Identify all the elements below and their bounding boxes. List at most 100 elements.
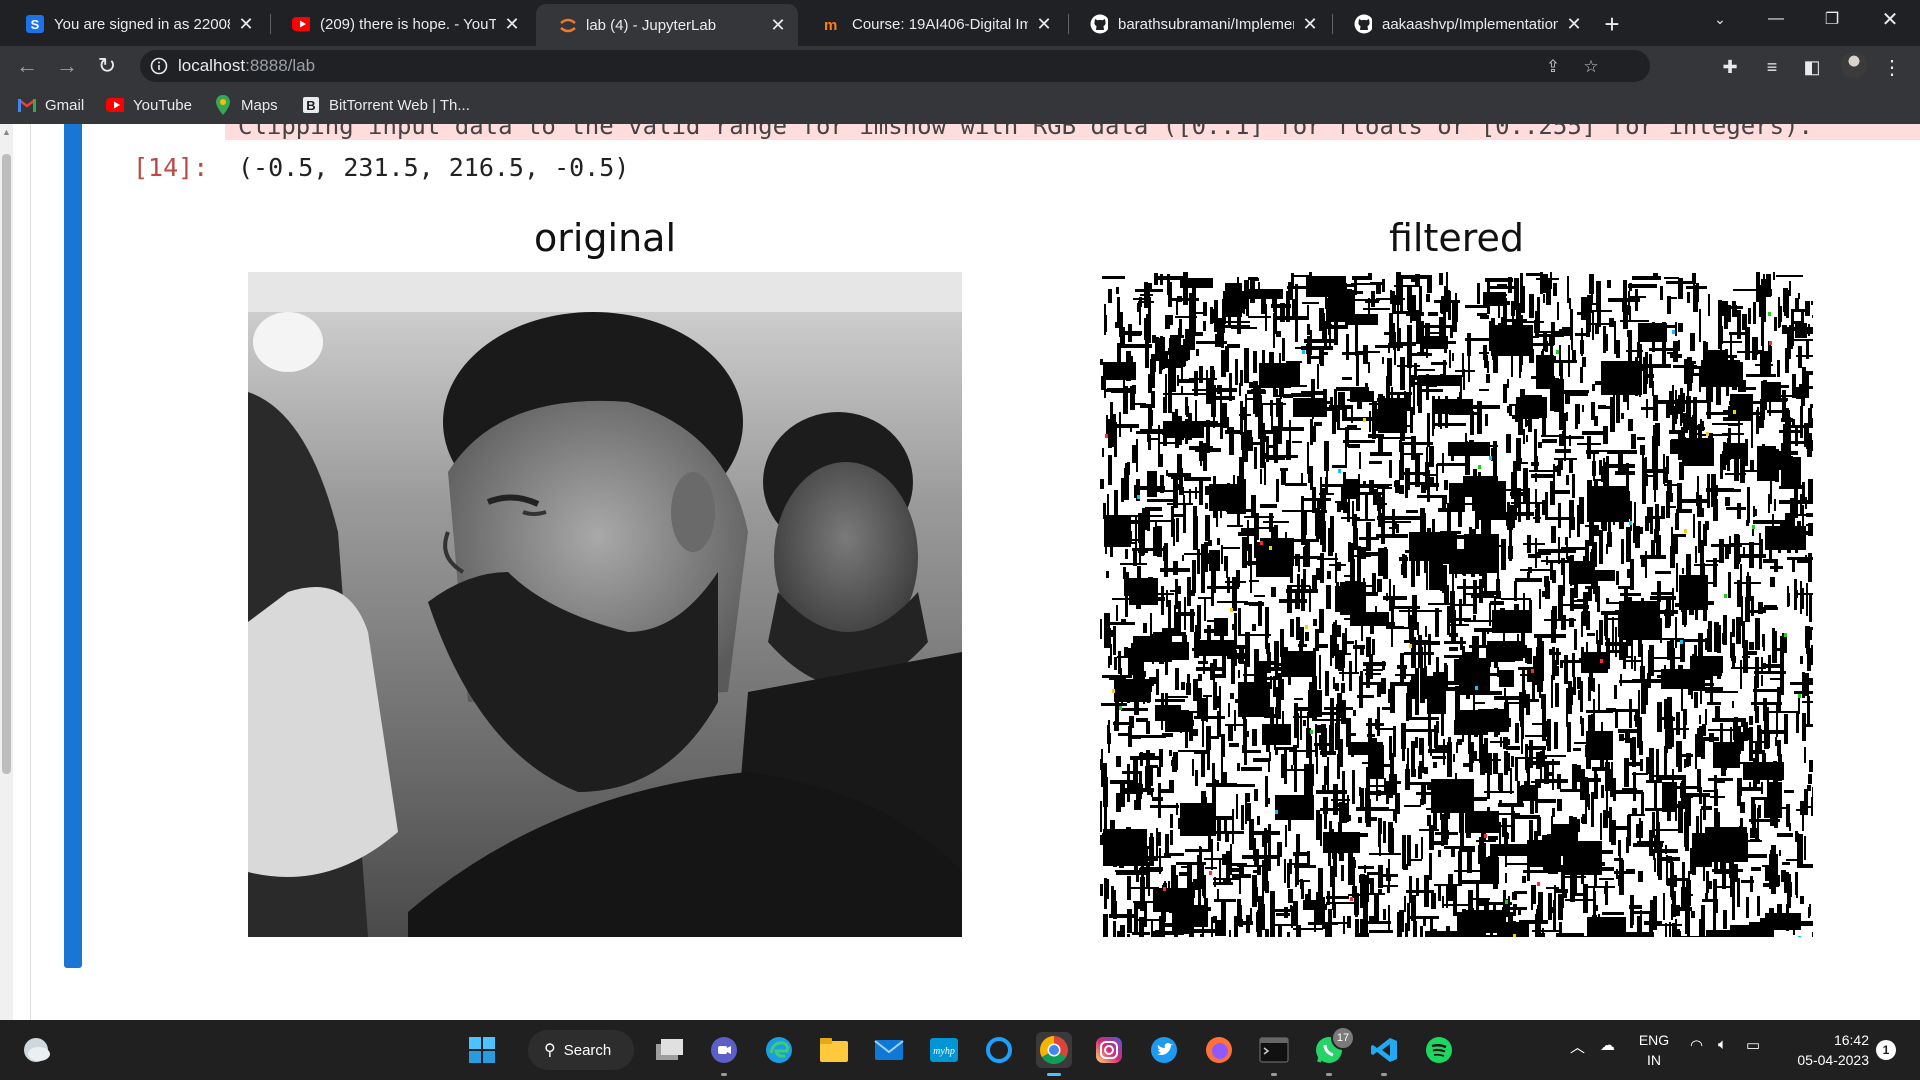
tab-search-chevron-icon[interactable]: ⌄ (1692, 0, 1748, 38)
close-tab-icon[interactable]: ✕ (1564, 14, 1584, 34)
tab-title: barathsubramani/Implementation (1118, 15, 1294, 33)
reload-icon[interactable]: ↻ (92, 51, 122, 81)
svg-text:m: m (824, 17, 837, 32)
twitter-icon[interactable] (1146, 1032, 1182, 1068)
bittorrent-icon: B (302, 96, 320, 114)
bookmarks-bar: Gmail YouTube Maps B BitTorrent Web | Th… (0, 86, 1920, 124)
original-image (248, 272, 962, 937)
input-language[interactable]: ENG IN (1636, 1030, 1672, 1070)
tab-course[interactable]: m Course: 19AI406-Digital Image Processi… (802, 6, 1064, 42)
search-icon: ⚲ (544, 1042, 556, 1059)
svg-text:B: B (306, 98, 315, 113)
tab-signed-in[interactable]: S You are signed in as 220086 ✕ (4, 6, 266, 42)
bookmark-label: BitTorrent Web | Th... (329, 96, 470, 114)
chrome-icon[interactable] (1036, 1032, 1072, 1076)
myhp-icon[interactable]: myhp (926, 1032, 962, 1068)
extensions-puzzle-icon[interactable]: ✚ (1718, 55, 1742, 79)
tab-strip: S You are signed in as 220086 ✕ (209) th… (0, 0, 1920, 46)
filtered-image (1100, 272, 1813, 937)
tab-github-aakaash[interactable]: aakaashvp/Implementation ✕ (1332, 6, 1594, 42)
address-bar[interactable]: localhost:8888/lab ⇪ ☆ (140, 50, 1650, 82)
search-label: Search (563, 1041, 612, 1059)
bookmark-label: YouTube (133, 96, 192, 114)
teams-chat-icon[interactable] (706, 1032, 742, 1076)
svg-text:myhp: myhp (933, 1046, 955, 1057)
vscode-icon[interactable] (1366, 1032, 1402, 1076)
tab-jupyterlab[interactable]: lab (4) - JupyterLab ✕ (536, 4, 798, 46)
clock-time: 16:42 (1833, 1032, 1869, 1048)
github-favicon-icon (1354, 14, 1372, 34)
forward-arrow-icon[interactable]: → (52, 51, 82, 81)
s-favicon-icon: S (26, 15, 44, 33)
site-info-icon[interactable] (150, 57, 168, 75)
windows-taskbar: ⚲ Search myhp 17 ︿ ☁ ENG IN ◠ 🔈︎ ▭ 16:42… (0, 1020, 1920, 1080)
bookmark-youtube[interactable]: YouTube (106, 95, 192, 115)
region-code: IN (1647, 1052, 1661, 1068)
gmail-icon (18, 96, 36, 114)
bookmark-maps[interactable]: Maps (214, 95, 278, 115)
bookmark-bittorrent[interactable]: B BitTorrent Web | Th... (302, 95, 470, 115)
close-tab-icon[interactable]: ✕ (1300, 14, 1320, 34)
tab-title: (209) there is hope. - YouTube (320, 15, 496, 33)
tab-title: lab (4) - JupyterLab (586, 16, 717, 34)
instagram-icon[interactable] (1091, 1032, 1127, 1068)
weather-widget-icon[interactable] (18, 1032, 54, 1068)
figure-title-original: original (533, 216, 677, 260)
menu-kebab-icon[interactable]: ⋮ (1880, 55, 1904, 79)
battery-icon[interactable]: ▭ (1746, 1036, 1760, 1054)
spotify-icon[interactable] (1421, 1032, 1457, 1068)
close-tab-icon[interactable]: ✕ (768, 15, 788, 35)
whatsapp-icon[interactable]: 17 (1311, 1026, 1355, 1076)
bookmark-star-icon[interactable]: ☆ (1580, 56, 1602, 78)
jupyter-favicon-icon (558, 16, 576, 34)
maps-icon (214, 95, 232, 115)
bookmark-gmail[interactable]: Gmail (18, 95, 84, 115)
windows-start-icon[interactable] (464, 1032, 500, 1068)
taskbar-search[interactable]: ⚲ Search (528, 1030, 634, 1070)
tab-title: aakaashvp/Implementation (1382, 15, 1558, 33)
output-text: (-0.5, 231.5, 216.5, -0.5) (238, 153, 630, 182)
edge-icon[interactable] (761, 1032, 797, 1068)
back-arrow-icon[interactable]: ← (12, 51, 42, 81)
terminal-icon[interactable] (1256, 1032, 1292, 1076)
task-view-icon[interactable] (652, 1032, 688, 1068)
bookmark-label: Gmail (45, 96, 85, 114)
jupyterlab-page: ▲ Clipping input data to the valid range… (0, 124, 1920, 1020)
tab-title: You are signed in as 220086 (54, 15, 230, 33)
youtube-favicon-icon (292, 15, 310, 33)
tab-github-barath[interactable]: barathsubramani/Implementation ✕ (1068, 6, 1330, 42)
bookmark-label: Maps (241, 96, 278, 114)
tab-youtube[interactable]: (209) there is hope. - YouTube ✕ (270, 6, 532, 42)
onedrive-offline-icon[interactable]: ☁ (1600, 1036, 1615, 1054)
close-tab-icon[interactable]: ✕ (1034, 14, 1054, 34)
moodle-favicon-icon: m (824, 15, 842, 33)
clock[interactable]: 16:42 05-04-2023 (1779, 1030, 1869, 1070)
minimize-button[interactable]: — (1748, 0, 1804, 38)
github-favicon-icon (1090, 14, 1108, 34)
volume-icon[interactable]: 🔈︎ (1718, 1036, 1727, 1053)
stderr-output: Clipping input data to the valid range f… (225, 124, 1920, 140)
side-panel-icon[interactable]: ◧ (1800, 55, 1824, 79)
whatsapp-unread-badge: 17 (1331, 1026, 1355, 1050)
close-tab-icon[interactable]: ✕ (502, 14, 522, 34)
cortana-icon[interactable] (981, 1032, 1017, 1068)
left-scrollbar[interactable]: ▲ (0, 124, 13, 1020)
file-explorer-icon[interactable] (816, 1032, 852, 1068)
figure-title-filtered: filtered (1388, 216, 1525, 260)
youtube-icon (106, 96, 124, 114)
firefox-icon[interactable] (1201, 1032, 1237, 1068)
left-panel-border (13, 124, 31, 1020)
share-icon[interactable]: ⇪ (1542, 56, 1564, 78)
mail-icon[interactable] (871, 1032, 907, 1068)
notification-count[interactable]: 1 (1876, 1040, 1896, 1060)
close-tab-icon[interactable]: ✕ (236, 14, 256, 34)
media-queue-icon[interactable]: ≡ (1760, 55, 1784, 79)
show-hidden-icons-chevron-icon[interactable]: ︿ (1570, 1036, 1585, 1057)
active-cell-indicator[interactable] (64, 124, 82, 968)
close-window-button[interactable]: ✕ (1862, 0, 1918, 38)
profile-avatar[interactable] (1841, 52, 1867, 78)
new-tab-button[interactable]: + (1598, 9, 1626, 39)
wifi-icon[interactable]: ◠ (1690, 1036, 1703, 1054)
restore-button[interactable]: ❐ (1804, 0, 1860, 38)
clock-date: 05-04-2023 (1797, 1052, 1869, 1068)
